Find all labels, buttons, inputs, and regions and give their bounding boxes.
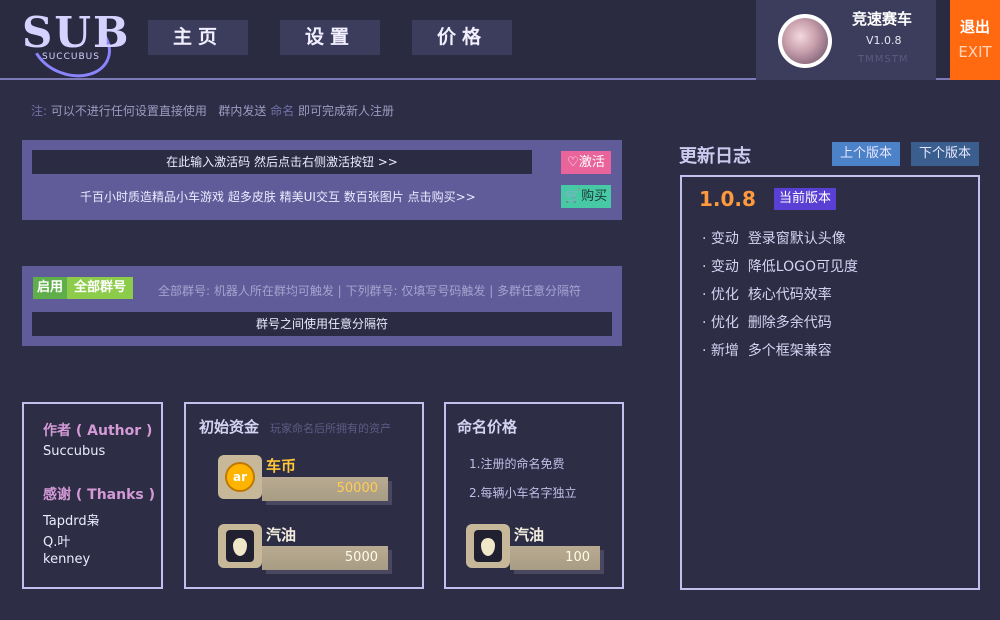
- logo-text: SUB: [22, 8, 131, 57]
- nav-settings-button[interactable]: 设置: [280, 20, 380, 55]
- naming-fuel-value-field[interactable]: 100: [510, 546, 600, 570]
- changelog-box: 1.0.8 当前版本 · 变动 登录窗默认头像 · 变动 降低LOGO可见度 ·…: [680, 175, 980, 590]
- changelog-item: · 变动 登录窗默认头像: [702, 228, 846, 248]
- buy-button-label: 购买: [581, 189, 608, 204]
- author-name: Succubus: [43, 444, 106, 459]
- changelog-item: · 优化 删除多余代码: [702, 312, 832, 332]
- changelog-item-text: 多个框架兼容: [747, 343, 832, 359]
- funds-subtitle: 玩家命名后所拥有的资产: [270, 422, 391, 435]
- changelog-item-text: 降低LOGO可见度: [747, 259, 859, 275]
- thanks-name: Q.叶: [43, 535, 71, 550]
- changelog-item-type: · 优化: [702, 315, 739, 331]
- game-version: V1.0.8: [866, 34, 902, 47]
- prev-version-button[interactable]: 上个版本: [832, 142, 900, 166]
- avatar-image: [782, 18, 828, 64]
- all-groups-label[interactable]: 全部群号: [67, 277, 133, 299]
- exit-label-en: EXIT: [958, 43, 992, 61]
- funds-title: 初始资金: [199, 418, 260, 436]
- author-box: 作者 ( Author ) Succubus 感谢 ( Thanks ) Tap…: [22, 402, 163, 589]
- notice-text-2: 群内发送: [218, 104, 267, 118]
- author-label: 作者 ( Author ): [43, 423, 153, 439]
- changelog-item-text: 删除多余代码: [747, 315, 832, 331]
- cart-icon: 🛒: [564, 189, 582, 204]
- activation-panel: 在此输入激活码 然后点击右侧激活按钮 >> ♡激活 千百小时质造精品小车游戏 超…: [22, 140, 622, 220]
- thanks-label: 感谢 ( Thanks ): [43, 487, 155, 503]
- exit-button[interactable]: 退出 EXIT: [950, 0, 1000, 80]
- buy-button[interactable]: 🛒购买: [561, 185, 611, 208]
- user-box: 竞速赛车 V1.0.8 TMMSTM: [756, 0, 936, 80]
- nav-price-button[interactable]: 价格: [412, 20, 512, 55]
- changelog-item-text: 登录窗默认头像: [747, 231, 846, 247]
- nav-home-button[interactable]: 主页: [148, 20, 248, 55]
- game-blurred-text: TMMSTM: [858, 54, 909, 65]
- enable-label[interactable]: 启用: [33, 277, 67, 299]
- changelog-item-type: · 变动: [702, 231, 739, 247]
- naming-rule: 1.注册的命名免费: [469, 457, 565, 471]
- notice-text: 注: 可以不进行任何设置直接使用 群内发送 命名 即可完成新人注册: [31, 102, 394, 119]
- coin-label: 车币: [266, 457, 297, 475]
- fuel-label: 汽油: [266, 526, 297, 544]
- fuel-can-icon: [218, 524, 262, 568]
- changelog-item-type: · 优化: [702, 287, 739, 303]
- top-bar: SUB SUCCUBUS 主页 设置 价格 竞速赛车 V1.0.8 TMMSTM…: [0, 0, 1000, 89]
- notice-text-3: 即可完成新人注册: [298, 104, 395, 118]
- groups-hint: 全部群号: 机器人所在群均可触发 | 下列群号: 仅填写号码触发 | 多群任意分…: [158, 284, 582, 298]
- notice-prefix: 注:: [31, 104, 48, 118]
- thanks-name: kenney: [43, 552, 91, 567]
- changelog-item-text: 核心代码效率: [747, 287, 832, 303]
- heart-icon: ♡: [567, 155, 579, 170]
- naming-title: 命名价格: [457, 418, 518, 436]
- initial-funds-box: 初始资金 玩家命名后所拥有的资产 ar 车币 50000 汽油 5000: [184, 402, 424, 589]
- notice-keyword: 命名: [270, 104, 295, 118]
- changelog-item: · 优化 核心代码效率: [702, 284, 832, 304]
- changelog-item: · 变动 降低LOGO可见度: [702, 256, 858, 276]
- naming-fuel-label: 汽油: [514, 526, 545, 544]
- changelog-item-type: · 变动: [702, 259, 739, 275]
- naming-price-box: 命名价格 1.注册的命名免费 2.每辆小车名字独立 汽油 100: [444, 402, 624, 589]
- logo-subtext: SUCCUBUS: [42, 52, 100, 62]
- changelog-title: 更新日志: [679, 146, 751, 167]
- notice-text-1: 可以不进行任何设置直接使用: [50, 104, 207, 118]
- promo-text[interactable]: 千百小时质造精品小车游戏 超多皮肤 精美UI交互 数百张图片 点击购买>>: [80, 188, 476, 205]
- coin-value-field[interactable]: 50000: [262, 477, 388, 501]
- changelog-item: · 新增 多个框架兼容: [702, 340, 832, 360]
- activate-button-label: 激活: [578, 155, 605, 170]
- activate-button[interactable]: ♡激活: [561, 151, 611, 174]
- activation-code-input[interactable]: 在此输入激活码 然后点击右侧激活按钮 >>: [32, 150, 532, 174]
- coin-icon: ar: [218, 455, 262, 499]
- changelog-version: 1.0.8: [699, 187, 756, 211]
- logo: SUB SUCCUBUS: [21, 1, 128, 89]
- next-version-button[interactable]: 下个版本: [911, 142, 979, 166]
- fuel-value-field[interactable]: 5000: [262, 546, 388, 570]
- current-version-badge: 当前版本: [774, 188, 837, 210]
- thanks-name: Tapdrd枭: [43, 514, 100, 529]
- exit-label-cn: 退出: [959, 18, 990, 36]
- fuel-can-icon: [466, 524, 510, 568]
- group-toggle[interactable]: 启用 全部群号: [33, 277, 133, 299]
- naming-rule: 2.每辆小车名字独立: [469, 486, 577, 500]
- changelog-item-type: · 新增: [702, 343, 739, 359]
- group-numbers-input[interactable]: 群号之间使用任意分隔符: [32, 312, 612, 336]
- game-title: 竞速赛车: [852, 10, 913, 28]
- avatar[interactable]: [778, 14, 832, 68]
- groups-panel: 启用 全部群号 全部群号: 机器人所在群均可触发 | 下列群号: 仅填写号码触发…: [22, 266, 622, 346]
